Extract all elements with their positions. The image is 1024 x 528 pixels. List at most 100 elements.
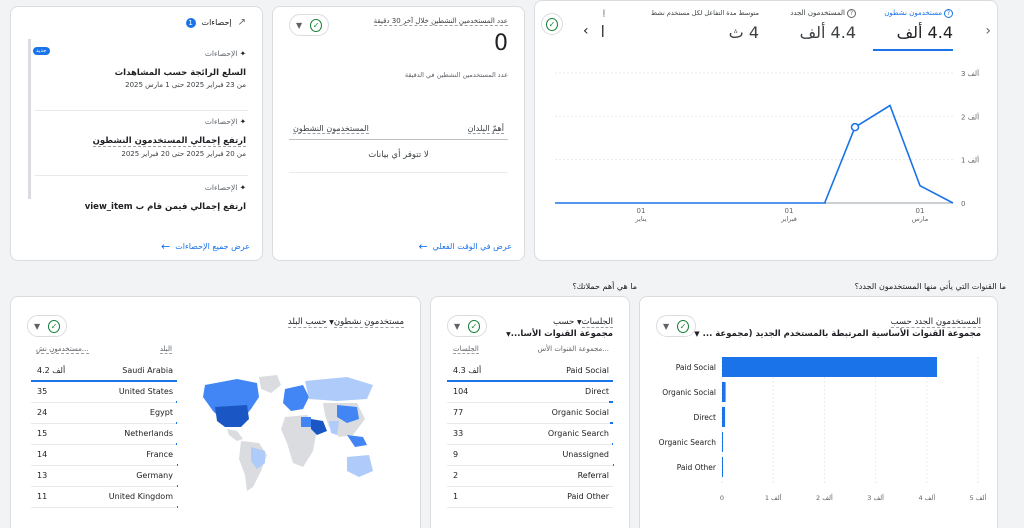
x-tick-label: 4 ألف — [918, 493, 935, 502]
chevron-down-icon: ▼ — [34, 321, 41, 331]
table-row[interactable]: France 14 — [31, 445, 177, 466]
table-row[interactable]: Organic Search 33 — [447, 424, 613, 445]
sessions-card: ▼ ✓ الجلسات▼ حسب مجموعة القنوات الأسا...… — [430, 296, 630, 528]
x-tick-label: 1 ألف — [765, 493, 782, 502]
table-row[interactable]: Egypt 24 — [31, 403, 177, 424]
row-value: 4.3 ألف — [453, 366, 482, 375]
no-data-text: لا تتوفر أي بيانات — [368, 150, 429, 160]
check-circle-icon: ✓ — [48, 319, 60, 333]
chevron-down-icon: ▼ — [296, 20, 303, 30]
row-value: 77 — [453, 408, 464, 417]
x-tick-day: 01 — [785, 207, 794, 215]
country-by[interactable]: حسب البلد — [287, 317, 327, 328]
category-label: Organic Search — [659, 438, 717, 447]
x-tick-label: 5 ألف — [970, 493, 987, 502]
map-southeast-asia[interactable] — [347, 435, 367, 447]
row-name: Direct — [585, 387, 609, 396]
sparkle-icon: ✦ — [239, 49, 246, 58]
map-egypt[interactable] — [301, 417, 311, 427]
row-name: Unassigned — [562, 450, 609, 459]
map-central-america[interactable] — [227, 429, 243, 441]
insight-item-2[interactable]: ✦ الإحصاءات ارتفع إجمالي المستخدمون النش… — [36, 117, 246, 158]
row-value: 11 — [37, 492, 48, 501]
row-name: Paid Social — [566, 366, 609, 375]
table-row[interactable]: Organic Social 77 — [447, 403, 613, 424]
country-filter-pill[interactable]: ▼ ✓ — [27, 315, 67, 337]
realtime-filter-pill[interactable]: ▼ ✓ — [289, 14, 329, 36]
new-users-channel-card: ▼ ✓ المستخدمون الجدد حسب مجموعة القنوات … — [639, 296, 998, 528]
insights-card: ↗ إحصاءات 1 جديد ✦ الإحصاءات السلع الرائ… — [10, 6, 263, 261]
x-tick-label: 3 ألف — [867, 493, 884, 502]
insight-date: من 20 فبراير 2025 حتى 20 فبراير 2025 — [121, 150, 246, 158]
arrow-left-icon: ← — [160, 240, 171, 253]
map-australia[interactable] — [347, 455, 373, 477]
realtime-metric-value: 0 — [494, 31, 508, 56]
table-row[interactable]: Referral 2 — [447, 466, 613, 487]
row-value: 104 — [453, 387, 469, 396]
country-metric[interactable]: مستخدمون نشطون — [333, 317, 404, 328]
bar — [722, 432, 724, 452]
table-row[interactable]: Saudi Arabia 4.2 ألف — [31, 361, 177, 382]
insight-item-3[interactable]: ✦ الإحصاءات ارتفع إجمالي فيمن قام ب view… — [36, 183, 246, 212]
row-value: 24 — [37, 408, 48, 417]
col-country: البلد — [159, 345, 172, 354]
col-users: مستخدمون نش... — [36, 345, 89, 354]
category-label: Organic Social — [662, 388, 716, 397]
x-tick-month: مارس — [912, 215, 929, 223]
col-top-countries: أهمّ البلدان — [467, 124, 504, 134]
row-name: France — [146, 450, 173, 459]
arrow-left-icon: ← — [418, 240, 428, 253]
y-tick-label: 3 ألف — [961, 69, 979, 78]
table-row[interactable]: Netherlands 15 — [31, 424, 177, 445]
country-card: ▼ ✓ مستخدمون نشطون ▼ حسب البلد البلد مستخ… — [10, 296, 421, 528]
section-title-channels: ما القنوات التي يأتي منها المستخدمون الج… — [854, 282, 1006, 291]
check-circle-icon: ✓ — [468, 319, 480, 333]
insight-title: السلع الرائجة حسب المشاهدات — [114, 68, 246, 78]
x-tick-day: 01 — [916, 207, 925, 215]
row-name: United States — [118, 387, 173, 396]
row-value: 35 — [37, 387, 48, 396]
insights-link-label: عرض جميع الإحصاءات — [175, 242, 250, 251]
series-line — [555, 104, 954, 204]
table-row[interactable]: United States 35 — [31, 382, 177, 403]
sessions-dimension[interactable]: مجموعة القنوات الأسا... — [511, 329, 613, 339]
table-row[interactable]: Paid Other 1 — [447, 487, 613, 508]
view-all-insights-link[interactable]: عرض جميع الإحصاءات ← — [161, 240, 250, 253]
table-row[interactable]: Direct 104 — [447, 382, 613, 403]
table-row[interactable]: Germany 13 — [31, 466, 177, 487]
insight-kicker: الإحصاءات — [204, 117, 238, 126]
map-usa[interactable] — [215, 405, 249, 427]
line-chart: 3 ألف2 ألف1 ألف001يناير01فبراير01مارس — [555, 69, 979, 223]
section-title-campaigns: ما هي أهم حملاتك؟ — [572, 282, 637, 291]
map-russia[interactable] — [305, 377, 373, 401]
world-map — [203, 375, 373, 491]
x-tick-day: 01 — [637, 207, 646, 215]
table-row[interactable]: United Kingdom 11 — [31, 487, 177, 508]
insight-kicker: الإحصاءات — [204, 49, 238, 58]
x-tick-label: 2 ألف — [816, 493, 833, 502]
chevron-down-icon: ▼ — [576, 319, 582, 326]
sessions-by: حسب — [553, 317, 575, 327]
scroll-track[interactable] — [28, 39, 31, 199]
insight-item-1[interactable]: ✦ الإحصاءات السلع الرائجة حسب المشاهدات … — [36, 49, 246, 89]
sessions-filter-pill[interactable]: ▼ ✓ — [447, 315, 487, 337]
insight-date: من 23 فبراير 2025 حتى 1 مارس 2025 — [125, 81, 246, 89]
bar-chart: 0 1 ألف 2 ألف 3 ألف 4 ألف 5 ألف Paid Social Org… — [659, 357, 987, 502]
table-row[interactable]: Unassigned 9 — [447, 445, 613, 466]
view-realtime-link[interactable]: عرض في الوقت الفعلي ← — [418, 240, 512, 253]
realtime-card: ▼ ✓ عدد المستخدمين النشطين خلال آخر 30 د… — [272, 6, 525, 261]
highlight-point — [850, 122, 860, 132]
row-name: Organic Search — [547, 429, 609, 438]
insight-kicker: الإحصاءات — [204, 183, 238, 192]
row-name: Germany — [136, 471, 173, 480]
row-name: Referral — [577, 471, 609, 480]
map-greenland[interactable] — [259, 375, 281, 393]
table-row[interactable]: Paid Social 4.3 ألف — [447, 361, 613, 382]
bar — [722, 457, 723, 477]
category-label: Paid Other — [677, 463, 717, 472]
row-value: 9 — [453, 450, 459, 459]
sessions-metric[interactable]: الجلسات — [581, 317, 613, 328]
row-value: 4.2 ألف — [37, 366, 66, 375]
insight-title: ارتفع إجمالي فيمن قام ب view_item — [84, 202, 246, 212]
map-europe[interactable] — [283, 385, 309, 411]
